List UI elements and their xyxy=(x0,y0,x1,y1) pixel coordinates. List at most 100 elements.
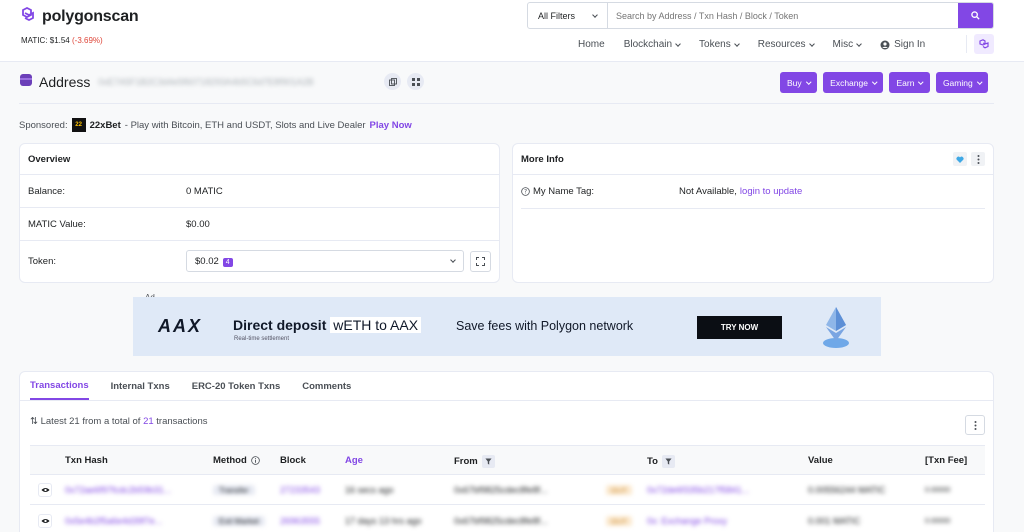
nav-home-label: Home xyxy=(578,39,605,50)
gaming-button[interactable]: Gaming xyxy=(935,72,989,93)
sponsor-link[interactable]: Play Now xyxy=(370,120,412,131)
token-select-value: $0.02 4 xyxy=(195,256,233,267)
name-tag-label-wrap: ? My Name Tag: xyxy=(521,186,679,197)
token-dropdown[interactable]: $0.02 4 xyxy=(186,250,464,272)
row-divider xyxy=(521,208,985,209)
ad-subtext: Real-time settlement xyxy=(234,336,290,342)
tx-count-link[interactable]: 21 xyxy=(143,416,154,427)
address-header: Address 0xE7A5F1B2C3d4e5f60718293A4b5C6d… xyxy=(19,73,425,90)
tab-comments[interactable]: Comments xyxy=(302,372,351,400)
more-info-header: More Info xyxy=(513,144,993,175)
expand-token-button[interactable] xyxy=(470,250,491,272)
buy-label: Buy xyxy=(787,77,802,88)
ad-cta-button[interactable]: TRY NOW xyxy=(697,316,782,339)
txn-hash-link[interactable]: 0x72ae6f97fcdc2b59b31... xyxy=(65,485,185,495)
overview-title: Overview xyxy=(28,153,71,165)
transactions-card: Transactions Internal Txns ERC-20 Token … xyxy=(19,371,994,532)
balance-value: 0 MATIC xyxy=(186,185,223,197)
search-input[interactable] xyxy=(608,3,958,28)
more-options-button[interactable] xyxy=(971,152,985,166)
nav-resources-label: Resources xyxy=(757,39,806,50)
txn-fee: 0.00000 xyxy=(925,518,951,525)
col-age-toggle[interactable]: Age xyxy=(345,455,363,466)
col-block: Block xyxy=(280,455,306,466)
tab-bar: Transactions Internal Txns ERC-20 Token … xyxy=(20,372,993,401)
filter-icon xyxy=(485,458,492,465)
preview-button[interactable] xyxy=(38,514,52,528)
user-icon xyxy=(880,40,890,49)
col-method: Method xyxy=(213,455,260,466)
balance-row: Balance: 0 MATIC xyxy=(20,175,499,208)
method-badge: Exit Market xyxy=(213,516,266,526)
age-value: 17 days 13 hrs ago xyxy=(345,516,422,526)
ad-banner[interactable]: AAX Direct deposit wETH to AAX Save fees… xyxy=(133,297,881,356)
from-address: 0x67bf9825cdec8fe8f... xyxy=(454,485,548,495)
sign-in-link[interactable]: Sign In xyxy=(880,39,925,50)
col-from: From xyxy=(454,455,495,468)
kebab-icon xyxy=(974,420,976,430)
nav-tokens[interactable]: Tokens xyxy=(699,39,740,50)
name-tag-value: Not Available, xyxy=(679,186,737,197)
filter-select[interactable]: All Filters xyxy=(528,3,608,28)
from-filter-button[interactable] xyxy=(481,455,495,468)
to-address-link[interactable]: 0x72de6f335b217f5841... xyxy=(647,485,777,495)
ad-tagline: Save fees with Polygon network xyxy=(456,319,634,333)
nav-blockchain-label: Blockchain xyxy=(623,39,673,50)
matic-value-row: MATIC Value: $0.00 xyxy=(20,208,499,241)
main-nav: Home Blockchain Tokens Resources Misc Si… xyxy=(578,39,944,50)
network-switch-button[interactable] xyxy=(974,34,994,54)
col-from-label: From xyxy=(454,456,478,467)
tx-summary: ⇅ Latest 21 from a total of 21 transacti… xyxy=(30,416,208,427)
chevron-down-icon xyxy=(808,40,815,47)
matic-value: $0.00 xyxy=(186,218,210,230)
logo[interactable]: polygonscan xyxy=(19,6,139,26)
chevron-down-icon xyxy=(450,257,456,263)
ad-highlight: wETH to AAX xyxy=(330,317,422,333)
eye-icon xyxy=(40,518,50,524)
divider xyxy=(19,103,994,104)
tab-erc20-token-txns[interactable]: ERC-20 Token Txns xyxy=(192,372,281,400)
copy-button[interactable] xyxy=(384,73,402,90)
sponsor-name: 22xBet xyxy=(89,119,121,131)
login-link[interactable]: login to update xyxy=(740,186,802,197)
method-label: Transfer xyxy=(213,485,255,495)
token-row: Token: $0.02 4 xyxy=(20,241,499,281)
nav-blockchain[interactable]: Blockchain xyxy=(623,39,681,50)
value-amount: 0.00556244 MATIC xyxy=(808,485,886,495)
buy-button[interactable]: Buy xyxy=(780,72,818,93)
earn-button[interactable]: Earn xyxy=(889,72,930,93)
block-link[interactable]: 26963555 xyxy=(280,516,320,526)
search-bar: All Filters xyxy=(527,2,994,29)
tab-internal-txns[interactable]: Internal Txns xyxy=(111,372,170,400)
qr-code-button[interactable] xyxy=(407,73,425,90)
preview-button[interactable] xyxy=(38,483,52,497)
tab-transactions[interactable]: Transactions xyxy=(30,372,89,400)
to-filter-button[interactable] xyxy=(661,455,675,468)
exchange-button[interactable]: Exchange xyxy=(823,72,884,93)
nav-home[interactable]: Home xyxy=(578,39,605,50)
chevron-down-icon xyxy=(675,40,681,47)
address-hash: 0xE7A5F1B2C3d4e5f60718293A4b5C6d7E8f901A… xyxy=(98,76,314,87)
search-button[interactable] xyxy=(958,3,993,28)
table-options-button[interactable] xyxy=(965,415,985,435)
filter-label: All Filters xyxy=(538,10,576,21)
token-label: Token: xyxy=(28,255,56,267)
qr-code-icon xyxy=(411,77,420,86)
sponsor-text: - Play with Bitcoin, ETH and USDT, Slots… xyxy=(124,119,366,131)
to-address-link[interactable]: 0x: Exchange Proxy xyxy=(647,516,777,526)
balance-label: Balance: xyxy=(28,185,65,197)
favorite-button[interactable] xyxy=(953,152,967,166)
matic-value-label: MATIC Value: xyxy=(28,218,86,230)
matic-price: MATIC: $1.54 (-3.69%) xyxy=(21,36,103,45)
chevron-down-icon xyxy=(592,11,598,18)
nav-resources[interactable]: Resources xyxy=(757,39,815,50)
address-label: Address xyxy=(39,73,91,90)
search-icon xyxy=(971,11,980,20)
txn-hash-link[interactable]: 0x5e4b2f5a6e4d39f7e... xyxy=(65,516,185,526)
nav-misc[interactable]: Misc xyxy=(833,39,862,50)
sponsored-line: Sponsored: 22 22xBet - Play with Bitcoin… xyxy=(19,118,412,132)
ad-logo: AAX xyxy=(158,316,203,336)
block-link[interactable]: 27233543 xyxy=(280,485,320,495)
nav-misc-label: Misc xyxy=(832,39,854,50)
ad-headline: Direct deposit wETH to AAX xyxy=(233,317,422,333)
